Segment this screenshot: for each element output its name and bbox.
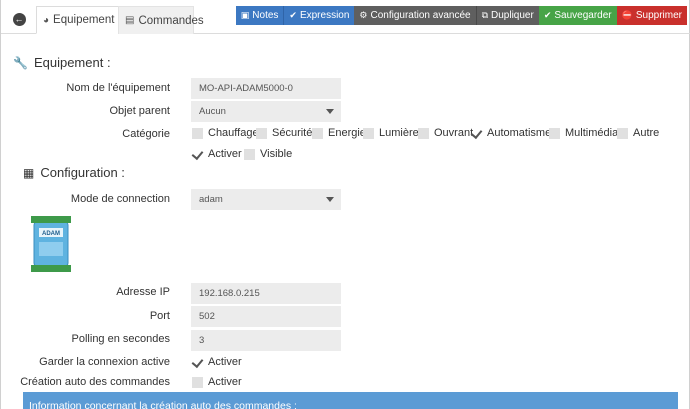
category-label: Lumière (379, 127, 419, 139)
objet-parent-select[interactable]: Aucun (191, 101, 341, 122)
list-icon: ▤ (125, 15, 135, 26)
top-bar: ← ◕ Equipement ▤ Commandes ▣ Notes ✔ Exp… (1, 0, 690, 34)
categorie-label: Catégorie (122, 128, 170, 140)
category-multimedia[interactable]: Multimédia (549, 127, 618, 139)
creation-auto-checkbox[interactable]: Activer (192, 376, 242, 388)
action-buttons: ▣ Notes ✔ Expression ⚙ Configuration ava… (235, 6, 687, 25)
port-label: Port (149, 310, 170, 322)
category-chauffage[interactable]: Chauffage (192, 127, 259, 139)
creation-auto-label: Création auto des commandes (20, 376, 170, 388)
adam-device-image: ADAM (31, 216, 71, 272)
category-label: Ouvrant (434, 127, 474, 139)
ip-value: 192.168.0.215 (199, 288, 260, 299)
checkbox (192, 376, 203, 388)
ip-label: Adresse IP (116, 286, 170, 298)
polling-label: Polling en secondes (71, 333, 170, 345)
category-label: Chauffage (208, 127, 259, 139)
mode-connection-select[interactable]: adam (191, 189, 341, 210)
category-automatisme[interactable]: Automatisme (471, 127, 551, 139)
category-securite[interactable]: Sécurité (256, 127, 312, 139)
ip-input[interactable]: 192.168.0.215 (191, 283, 341, 304)
nom-value: MO-API-ADAM5000-0 (199, 83, 293, 94)
activer-label: Activer (208, 148, 242, 160)
checkbox (192, 127, 203, 139)
table-icon: ▦ (23, 165, 35, 180)
category-label: Energie (328, 127, 366, 139)
configuration-section-title: ▦ Configuration : (23, 165, 125, 180)
mode-connection-value: adam (199, 194, 223, 205)
wrench-icon: 🔧 (13, 55, 28, 70)
checkbox-checked (471, 128, 482, 139)
objet-parent-label: Objet parent (109, 105, 170, 117)
objet-parent-value: Aucun (199, 106, 226, 117)
tab-commandes-label: Commandes (138, 14, 204, 27)
expression-label: Expression (299, 10, 350, 21)
category-ouvrant[interactable]: Ouvrant (418, 127, 473, 139)
equipment-config-page: ← ◕ Equipement ▤ Commandes ▣ Notes ✔ Exp… (0, 0, 690, 409)
port-value: 502 (199, 311, 215, 322)
configuration-title-text: Configuration : (40, 165, 125, 180)
category-energie[interactable]: Energie (312, 127, 366, 139)
check-icon: ✔ (289, 10, 297, 20)
checkbox (256, 127, 267, 139)
save-label: Sauvegarder (554, 10, 612, 21)
category-lumiere[interactable]: Lumière (363, 127, 419, 139)
nom-label: Nom de l'équipement (66, 82, 170, 94)
category-label: Sécurité (272, 127, 313, 139)
caret-down-icon (326, 197, 334, 202)
garder-connexion-option: Activer (208, 356, 242, 368)
notes-label: Notes (252, 10, 279, 21)
info-banner: Information concernant la création auto … (23, 392, 678, 409)
notes-button[interactable]: ▣ Notes (235, 6, 284, 25)
tab-equipement-label: Equipement (53, 14, 115, 26)
minus-circle-icon: ⛔ (621, 10, 633, 20)
checkbox (617, 127, 628, 139)
advanced-config-button[interactable]: ⚙ Configuration avancée (354, 6, 476, 25)
info-banner-text: Information concernant la création auto … (29, 400, 297, 409)
checkbox-checked (192, 357, 203, 368)
tab-commandes[interactable]: ▤ Commandes (118, 6, 204, 34)
checkbox (418, 127, 429, 139)
check-circle-icon: ✔ (543, 10, 552, 20)
dashboard-icon: ◕ (43, 14, 50, 26)
visible-label: Visible (260, 148, 293, 160)
duplicate-label: Dupliquer (491, 10, 534, 21)
category-autre[interactable]: Autre (617, 127, 659, 139)
activer-checkbox[interactable]: Activer (192, 148, 242, 160)
mode-connection-label: Mode de connection (70, 193, 170, 205)
nom-input[interactable]: MO-API-ADAM5000-0 (191, 78, 341, 99)
checkbox-checked (192, 149, 203, 160)
arrow-left-icon: ← (12, 12, 26, 26)
file-icon: ▣ (240, 10, 250, 20)
duplicate-button[interactable]: ⧉ Dupliquer (475, 6, 539, 25)
advanced-config-label: Configuration avancée (370, 10, 471, 21)
polling-input[interactable]: 3 (191, 330, 341, 351)
checkbox (312, 127, 323, 139)
category-label: Automatisme (487, 127, 552, 139)
category-label: Multimédia (565, 127, 619, 139)
tab-equipement[interactable]: ◕ Equipement (36, 6, 120, 34)
save-button[interactable]: ✔ Sauvegarder (538, 6, 617, 25)
garder-connexion-checkbox[interactable]: Activer (192, 356, 242, 368)
visible-checkbox[interactable]: Visible (244, 148, 292, 160)
equipement-section-title: 🔧 Equipement : (13, 55, 111, 70)
port-input[interactable]: 502 (191, 306, 341, 327)
delete-label: Supprimer (635, 10, 682, 21)
polling-value: 3 (199, 335, 205, 346)
expression-button[interactable]: ✔ Expression (283, 6, 355, 25)
checkbox (549, 127, 560, 139)
device-logo-text: ADAM (42, 231, 60, 237)
creation-auto-option: Activer (208, 376, 242, 388)
checkbox (244, 148, 255, 160)
equipement-title-text: Equipement : (33, 55, 111, 70)
back-button[interactable]: ← (7, 7, 31, 31)
garder-connexion-label: Garder la connexion active (39, 356, 170, 368)
cogs-icon: ⚙ (359, 10, 368, 20)
checkbox (363, 127, 374, 139)
delete-button[interactable]: ⛔ Supprimer (616, 6, 687, 25)
category-label: Autre (633, 127, 660, 139)
copy-icon: ⧉ (481, 10, 489, 20)
caret-down-icon (326, 109, 334, 114)
